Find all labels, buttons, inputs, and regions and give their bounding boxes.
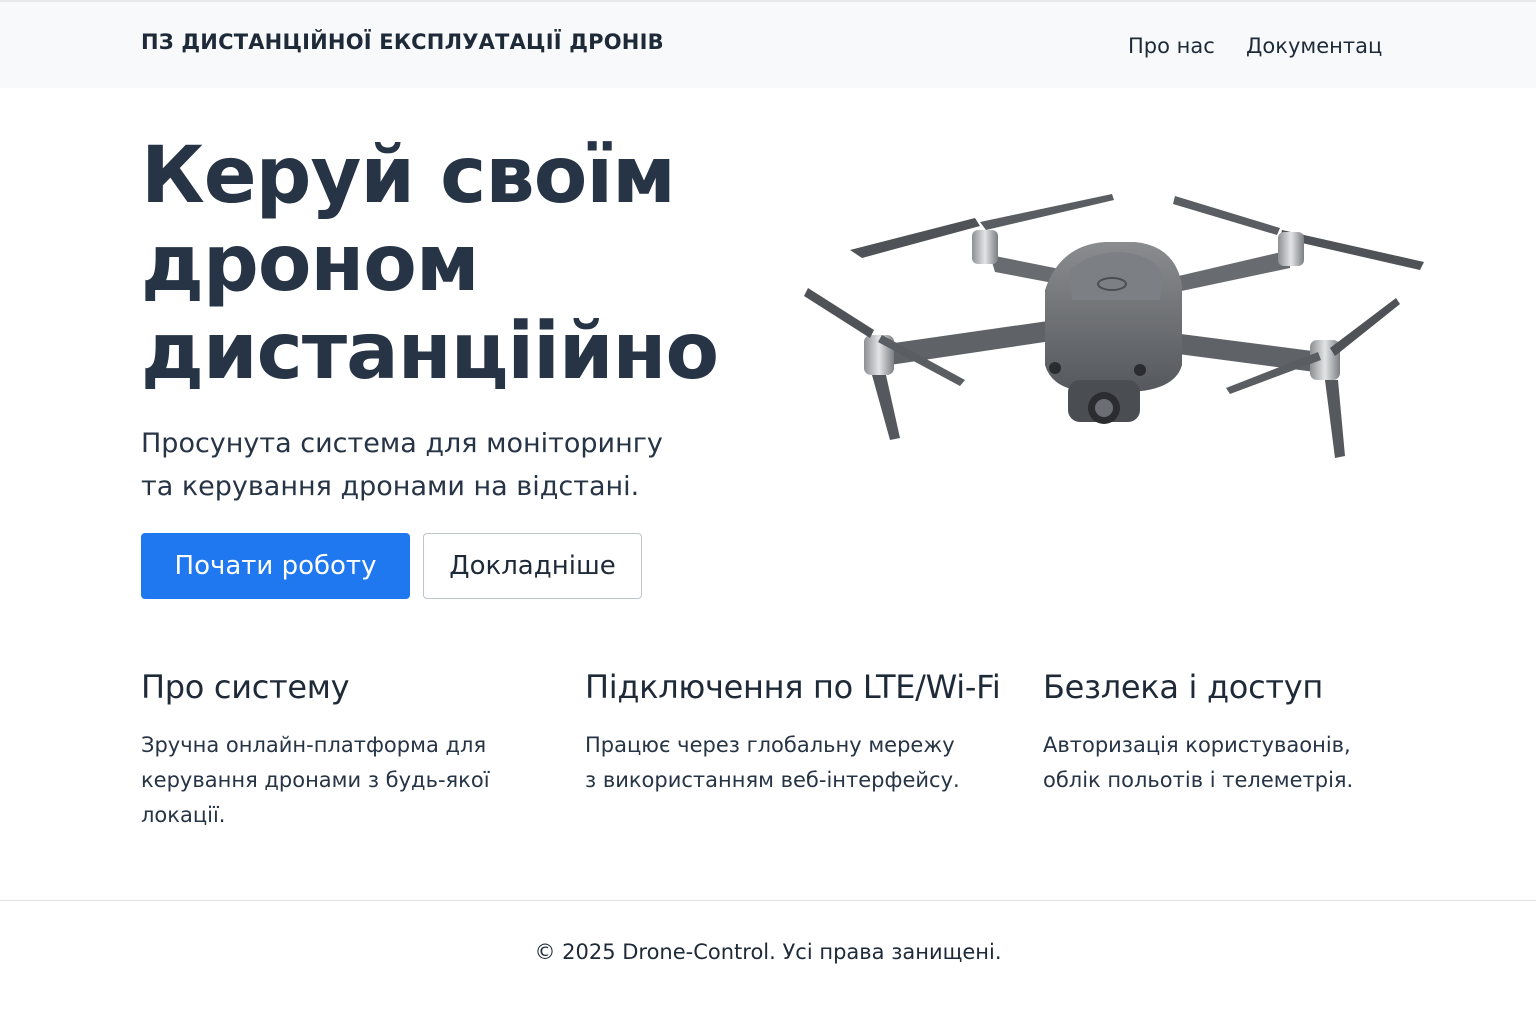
hero-title: Керуй своїм дроном дистанціійно <box>141 131 719 397</box>
navbar: ПЗ ДИСТАНЦІЙНОЇ ЕКСПЛУАТАЦІЇ ДРОНІВ Про … <box>0 0 1536 88</box>
feature-security: Безлека і доступ Авторизація користуваон… <box>1043 668 1353 798</box>
feature-line: Авторизація користуваонів, <box>1043 733 1351 757</box>
hero-title-line: Керуй своїм <box>141 131 676 221</box>
feature-title: Про систему <box>141 668 350 706</box>
feature-title: Безлека і доступ <box>1043 668 1323 706</box>
feature-line: локації. <box>141 803 226 827</box>
hero-title-line: дистанціійно <box>141 307 719 397</box>
hero-subtitle-line: Просунута система для моніторингу <box>141 428 663 459</box>
nav-link-docs[interactable]: Документац <box>1246 34 1382 58</box>
hero-subtitle: Просунута система для моніторингу та кер… <box>141 422 663 508</box>
feature-line: Працює через глобальну мережу <box>585 733 955 757</box>
feature-about: Про систему Зручна онлайн-платформа для … <box>141 668 490 833</box>
nav-link-about[interactable]: Про нас <box>1128 34 1215 58</box>
hero-title-line: дроном <box>141 219 480 309</box>
footer-copyright: © 2025 Drone-Control. Усі права занищені… <box>534 940 1002 964</box>
feature-text: Авторизація користуваонів, облік польоті… <box>1043 728 1353 798</box>
learn-more-button[interactable]: Докладніше <box>423 533 642 599</box>
feature-connection: Підключення по LTE/Wi-Fi Працює через гл… <box>585 668 1001 798</box>
feature-line: Зручна онлайн-платформа для <box>141 733 487 757</box>
brand-title[interactable]: ПЗ ДИСТАНЦІЙНОЇ ЕКСПЛУАТАЦІЇ ДРОНІВ <box>141 30 664 54</box>
feature-text: Зручна онлайн-платформа для керування др… <box>141 728 490 833</box>
feature-text: Працює через глобальну мережу з використ… <box>585 728 1000 798</box>
footer-divider <box>0 900 1536 901</box>
hero-subtitle-line: та керування дронами на відстані. <box>141 471 640 502</box>
feature-line: з використанням веб-інтерфейсу. <box>585 768 960 792</box>
feature-title: Підключення по LTE/Wi-Fi <box>585 668 1001 706</box>
feature-line: керування дронами з будь-якої <box>141 768 490 792</box>
feature-line: облік польотів і телеметрія. <box>1043 768 1354 792</box>
drone-image <box>804 194 1424 458</box>
get-started-button[interactable]: Почати роботу <box>141 533 410 599</box>
